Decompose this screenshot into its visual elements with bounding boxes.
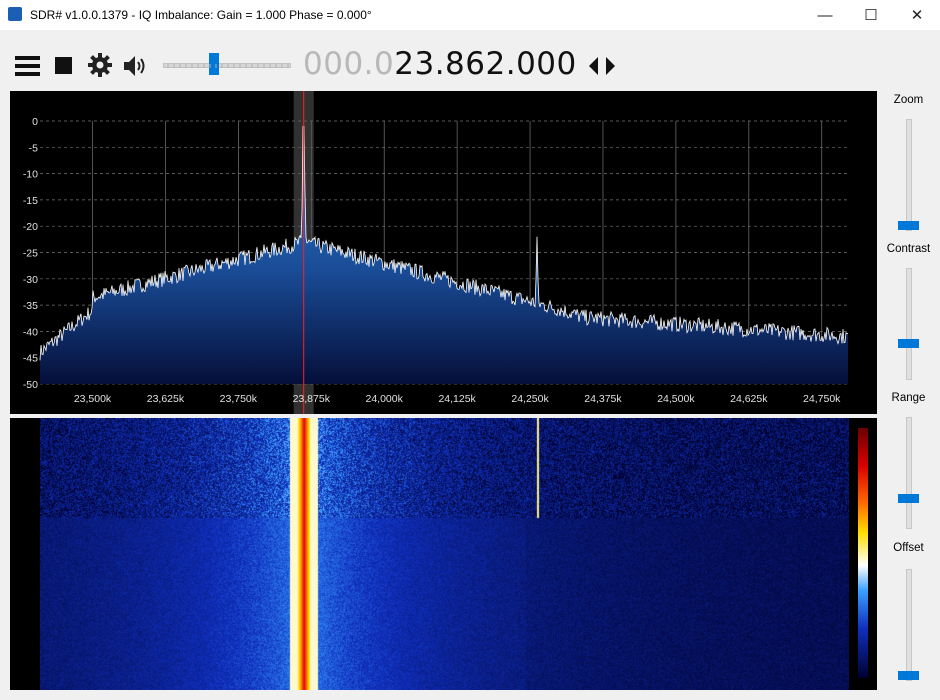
x-tick-label: 23,500k bbox=[74, 393, 112, 405]
offset-slider[interactable] bbox=[906, 569, 912, 681]
x-tick-label: 24,250k bbox=[511, 393, 549, 405]
x-tick-label: 23,625k bbox=[147, 393, 185, 405]
gear-icon[interactable] bbox=[87, 52, 113, 78]
y-tick-label: -40 bbox=[23, 326, 38, 338]
zoom-label: Zoom bbox=[893, 94, 924, 106]
frequency-display[interactable]: 000.023.862.000 bbox=[303, 44, 577, 84]
offset-label: Offset bbox=[893, 542, 924, 554]
x-tick-label: 23,750k bbox=[220, 393, 258, 405]
x-tick-label: 24,750k bbox=[803, 393, 841, 405]
minimize-button[interactable]: — bbox=[802, 0, 848, 30]
tune-arrows-icon[interactable] bbox=[588, 56, 616, 76]
y-tick-label: -50 bbox=[23, 379, 38, 391]
spectrum-plot[interactable]: 0 -5 -10 -15 -20 -25 -30 -35 -40 -45 -50 23,500k 23,… bbox=[10, 91, 877, 414]
y-tick-label: -35 bbox=[23, 300, 38, 312]
y-tick-label: -25 bbox=[23, 248, 38, 260]
waterfall-color-scale bbox=[858, 428, 868, 678]
waterfall-canvas[interactable] bbox=[40, 418, 849, 690]
zoom-slider[interactable] bbox=[906, 119, 912, 231]
offset-slider-thumb[interactable] bbox=[898, 671, 919, 680]
y-tick-label: -10 bbox=[23, 169, 38, 181]
frequency-leading-digits: 000.0 bbox=[303, 46, 395, 82]
spectrum-analyzer[interactable]: 0 -5 -10 -15 -20 -25 -30 -35 -40 -45 -50 23,500k 23,… bbox=[10, 91, 877, 414]
stop-icon[interactable] bbox=[54, 56, 74, 76]
hamburger-menu-icon[interactable] bbox=[14, 54, 42, 78]
x-tick-label: 24,625k bbox=[730, 393, 768, 405]
y-tick-label: -20 bbox=[23, 221, 38, 233]
x-tick-label: 24,125k bbox=[438, 393, 476, 405]
range-slider[interactable] bbox=[906, 417, 912, 529]
maximize-button[interactable]: ☐ bbox=[848, 0, 894, 30]
range-slider-thumb[interactable] bbox=[898, 493, 919, 503]
y-tick-label: -30 bbox=[23, 274, 38, 286]
x-tick-label: 23,875k bbox=[293, 393, 331, 405]
frequency-digits: 23.862.000 bbox=[394, 46, 577, 82]
y-tick-label: 0 bbox=[32, 116, 38, 128]
contrast-slider[interactable] bbox=[906, 268, 912, 380]
sdrsharp-logo-icon bbox=[8, 7, 22, 21]
contrast-slider-thumb[interactable] bbox=[898, 339, 919, 349]
x-tick-label: 24,375k bbox=[584, 393, 622, 405]
x-tick-label: 24,500k bbox=[657, 393, 695, 405]
close-button[interactable]: ✕ bbox=[894, 0, 940, 30]
range-label: Range bbox=[891, 392, 926, 404]
contrast-label: Contrast bbox=[886, 243, 931, 255]
speaker-icon[interactable] bbox=[122, 54, 150, 78]
zoom-slider-thumb[interactable] bbox=[898, 221, 919, 230]
title-bar: SDR# v1.0.0.1379 - IQ Imbalance: Gain = … bbox=[0, 0, 940, 30]
window-title: SDR# v1.0.0.1379 - IQ Imbalance: Gain = … bbox=[30, 8, 372, 22]
y-tick-label: -15 bbox=[23, 195, 38, 207]
waterfall-display[interactable] bbox=[10, 418, 877, 690]
spectrum-fill bbox=[40, 126, 848, 385]
display-settings-panel: Zoom Contrast Range Offset bbox=[877, 91, 940, 700]
y-tick-label: -5 bbox=[29, 142, 38, 154]
y-tick-label: -45 bbox=[23, 353, 38, 365]
volume-ticks bbox=[167, 64, 289, 68]
x-tick-label: 24,000k bbox=[366, 393, 404, 405]
